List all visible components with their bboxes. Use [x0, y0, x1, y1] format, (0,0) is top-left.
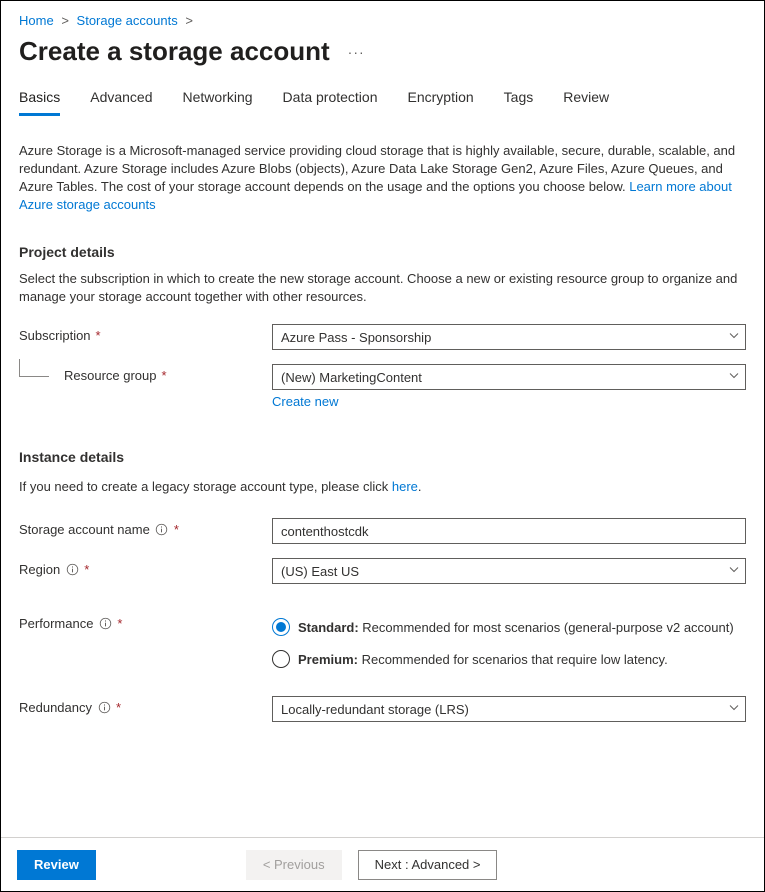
storage-account-name-label: Storage account name — [19, 522, 150, 537]
redundancy-label: Redundancy — [19, 700, 92, 715]
info-icon[interactable] — [98, 617, 112, 631]
create-new-rg-link[interactable]: Create new — [272, 394, 338, 409]
intro-text: Azure Storage is a Microsoft-managed ser… — [19, 142, 746, 214]
next-button[interactable]: Next : Advanced > — [358, 850, 498, 880]
required-marker: * — [96, 328, 101, 343]
required-marker: * — [174, 522, 179, 537]
more-actions-button[interactable]: ··· — [348, 44, 365, 60]
project-details-desc: Select the subscription in which to crea… — [19, 270, 746, 306]
indent-connector-icon — [19, 359, 49, 377]
breadcrumb-home[interactable]: Home — [19, 13, 54, 28]
tab-basics[interactable]: Basics — [19, 89, 60, 116]
breadcrumb: Home > Storage accounts > — [19, 11, 746, 36]
info-icon[interactable] — [65, 563, 79, 577]
performance-premium-radio[interactable]: Premium: Recommended for scenarios that … — [272, 650, 746, 668]
breadcrumb-storage-accounts[interactable]: Storage accounts — [77, 13, 178, 28]
tab-tags[interactable]: Tags — [504, 89, 534, 116]
resource-group-select[interactable]: (New) MarketingContent — [272, 364, 746, 390]
tab-networking[interactable]: Networking — [183, 89, 253, 116]
tab-bar: Basics Advanced Networking Data protecti… — [19, 89, 746, 116]
tab-review[interactable]: Review — [563, 89, 609, 116]
redundancy-select[interactable]: Locally-redundant storage (LRS) — [272, 696, 746, 722]
subscription-select[interactable]: Azure Pass - Sponsorship — [272, 324, 746, 350]
tab-encryption[interactable]: Encryption — [408, 89, 474, 116]
subscription-label: Subscription — [19, 328, 91, 343]
legacy-after: . — [418, 479, 422, 494]
region-label: Region — [19, 562, 60, 577]
resource-group-label: Resource group — [64, 368, 157, 383]
info-icon[interactable] — [155, 523, 169, 537]
required-marker: * — [116, 700, 121, 715]
performance-standard-label: Standard: Recommended for most scenarios… — [298, 620, 734, 635]
chevron-right-icon: > — [61, 13, 69, 28]
info-icon[interactable] — [97, 701, 111, 715]
radio-unchecked-icon — [272, 650, 290, 668]
radio-checked-icon — [272, 618, 290, 636]
wizard-footer: Review < Previous Next : Advanced > — [1, 837, 764, 891]
instance-details-heading: Instance details — [19, 449, 746, 465]
tab-data-protection[interactable]: Data protection — [283, 89, 378, 116]
performance-premium-label: Premium: Recommended for scenarios that … — [298, 652, 668, 667]
region-select[interactable]: (US) East US — [272, 558, 746, 584]
tab-advanced[interactable]: Advanced — [90, 89, 152, 116]
chevron-right-icon: > — [185, 13, 193, 28]
page-title: Create a storage account — [19, 36, 330, 67]
review-button[interactable]: Review — [17, 850, 96, 880]
required-marker: * — [162, 368, 167, 383]
project-details-heading: Project details — [19, 244, 746, 260]
required-marker: * — [84, 562, 89, 577]
required-marker: * — [117, 616, 122, 631]
legacy-text: If you need to create a legacy storage a… — [19, 479, 392, 494]
previous-button: < Previous — [246, 850, 342, 880]
performance-standard-radio[interactable]: Standard: Recommended for most scenarios… — [272, 618, 746, 636]
legacy-here-link[interactable]: here — [392, 479, 418, 494]
storage-account-name-input[interactable] — [272, 518, 746, 544]
performance-label: Performance — [19, 616, 93, 631]
